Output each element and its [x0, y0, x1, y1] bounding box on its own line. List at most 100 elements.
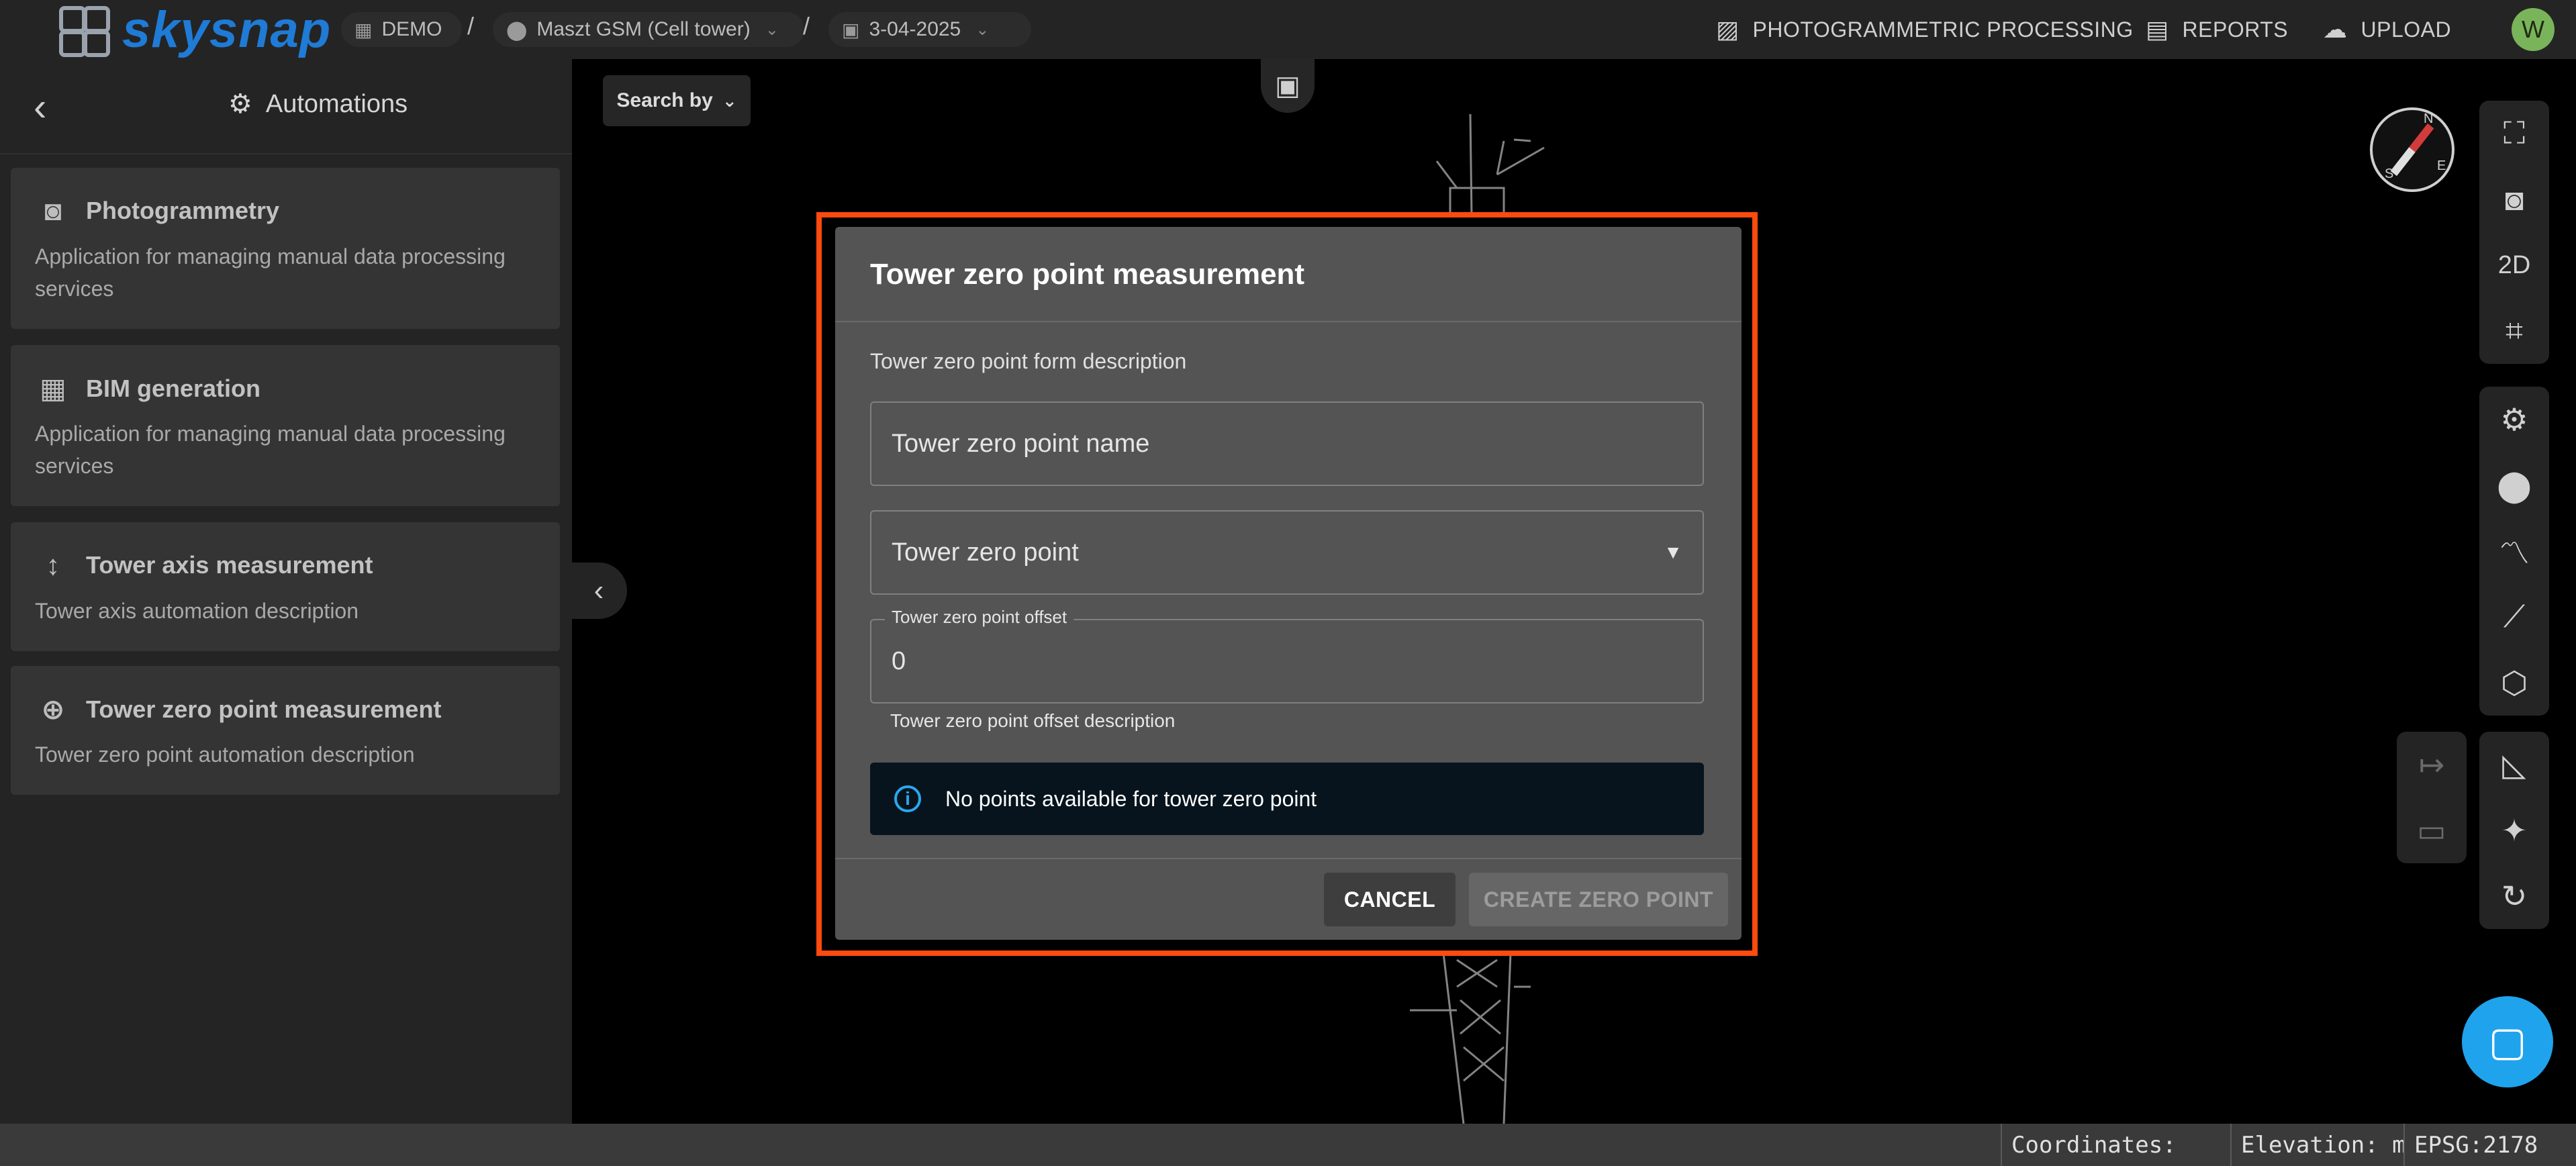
card-title: ▦ BIM generation: [36, 372, 260, 405]
app-logo[interactable]: skysnap: [56, 1, 331, 58]
angle-measure-icon[interactable]: ◺: [2479, 732, 2549, 797]
sidebar-header: ‹ ⚙ Automations: [0, 59, 572, 154]
location-pin-icon: ⬤: [506, 19, 528, 40]
top-bar: skysnap ▦ DEMO / ⬤ Maszt GSM (Cell tower…: [0, 0, 2576, 59]
card-title: ◙ Photogrammetry: [36, 195, 279, 227]
breadcrumb-site-label: Maszt GSM (Cell tower): [536, 18, 751, 40]
calendar-toggle-button[interactable]: ▣: [1261, 59, 1315, 113]
zero-point-offset-helper: Tower zero point offset description: [890, 710, 1176, 731]
settings-gear-icon[interactable]: ⚙: [2479, 387, 2549, 452]
reports-label: REPORTS: [2182, 17, 2289, 42]
automation-card-tower-axis[interactable]: ↕ Tower axis measurement Tower axis auto…: [11, 522, 560, 651]
zero-point-name-placeholder: Tower zero point name: [892, 429, 1150, 458]
zero-point-offset-input[interactable]: Tower zero point offset 0: [870, 607, 1704, 703]
camera-icon[interactable]: ◙: [2479, 166, 2549, 232]
status-bar: Coordinates: Elevation: m EPSG:2178: [0, 1124, 2576, 1166]
chip-icon: ⚙: [228, 89, 252, 119]
caret-down-icon: ▼: [1664, 542, 1682, 563]
card-title: ↕ Tower axis measurement: [36, 549, 373, 581]
divider: [835, 321, 1742, 322]
card-description: Application for managing manual data pro…: [35, 244, 506, 301]
logo-mark-icon: [56, 3, 110, 57]
info-alert: i No points available for tower zero poi…: [870, 763, 1704, 835]
3d-box-icon[interactable]: ⬡: [2479, 650, 2549, 716]
chat-support-button[interactable]: ▢: [2462, 996, 2553, 1087]
breadcrumb-site[interactable]: ⬤ Maszt GSM (Cell tower) ⌄: [493, 12, 804, 47]
automation-card-bim-generation[interactable]: ▦ BIM generation Application for managin…: [11, 345, 560, 506]
zero-point-select-label: Tower zero point: [892, 538, 1079, 567]
card-description: Application for managing manual data pro…: [35, 422, 506, 478]
dialog-title: Tower zero point measurement: [870, 258, 1305, 291]
zero-point-offset-value: 0: [892, 646, 906, 675]
automations-sidebar: ‹ ⚙ Automations ◙ Photogrammetry Applica…: [0, 59, 572, 1124]
crosshair-icon: ⊕: [41, 693, 65, 725]
chevron-left-icon: ‹: [593, 574, 604, 607]
card-description: Tower zero point automation description: [35, 742, 415, 767]
divider: [835, 858, 1742, 859]
tower-zero-point-dialog: Tower zero point measurement Tower zero …: [835, 227, 1742, 940]
back-arrow-icon[interactable]: ‹: [34, 85, 46, 130]
chevron-down-icon: ⌄: [975, 20, 990, 39]
automation-card-photogrammetry[interactable]: ◙ Photogrammetry Application for managin…: [11, 168, 560, 329]
avatar[interactable]: W: [2512, 8, 2555, 51]
zero-point-select[interactable]: Tower zero point ▼: [870, 510, 1704, 595]
reports-link[interactable]: ▤ REPORTS: [2146, 13, 2288, 46]
polygon-measure-icon[interactable]: ⟋: [2479, 584, 2549, 650]
create-zero-point-button[interactable]: CREATE ZERO POINT: [1469, 873, 1728, 926]
zero-point-name-input[interactable]: Tower zero point name: [870, 401, 1704, 486]
breadcrumb-date-label: 3-04-2025: [869, 18, 961, 40]
sidebar-title-label: Automations: [265, 89, 408, 118]
search-by-dropdown[interactable]: Search by ⌄: [603, 75, 751, 126]
logo-wordmark: skysnap: [122, 1, 332, 58]
compass-tool-icon[interactable]: ✦: [2479, 797, 2549, 863]
zero-point-offset-label: Tower zero point offset: [885, 607, 1074, 628]
automation-card-tower-zero-point[interactable]: ⊕ Tower zero point measurement Tower zer…: [11, 666, 560, 795]
crop-icon[interactable]: ⌗: [2479, 298, 2549, 364]
vertical-arrows-icon: ↕: [46, 549, 60, 581]
breadcrumb-workspace-label: DEMO: [381, 18, 442, 40]
toggle-2d-button[interactable]: 2D: [2479, 232, 2549, 298]
elevation-readout: Elevation: m: [2230, 1124, 2409, 1166]
upload-label: UPLOAD: [2360, 17, 2452, 42]
measure-subtoolbar: ↦ ▭: [2397, 732, 2467, 863]
compass-needle: [2390, 123, 2434, 177]
arrow-to-line-icon[interactable]: ↦: [2397, 732, 2467, 797]
tools-toolbar: ⚙ ⬤ 〽 ⟋ ⬡: [2479, 387, 2549, 716]
breadcrumb-workspace[interactable]: ▦ DEMO: [341, 12, 462, 47]
camera-icon: ◙: [44, 195, 62, 226]
polyline-icon[interactable]: 〽: [2479, 518, 2549, 584]
building-icon: ▦: [40, 373, 66, 404]
card-description: Tower axis automation description: [35, 599, 359, 623]
chevron-down-icon: ⌄: [765, 20, 779, 39]
fullscreen-icon[interactable]: ⛶: [2479, 101, 2549, 166]
calendar-icon: ▣: [1275, 71, 1300, 101]
upload-link[interactable]: ☁ UPLOAD: [2323, 13, 2451, 46]
chevron-down-icon: ⌄: [722, 90, 737, 111]
reset-rotation-icon[interactable]: ↻: [2479, 863, 2549, 929]
report-icon: ▤: [2146, 15, 2169, 43]
location-pin-icon[interactable]: ⬤: [2479, 452, 2549, 518]
coordinates-readout: Coordinates:: [2001, 1124, 2226, 1166]
ruler-icon[interactable]: ▭: [2397, 797, 2467, 863]
search-by-label: Search by: [616, 89, 713, 111]
photogrammetric-processing-label: PHOTOGRAMMETRIC PROCESSING: [1752, 17, 2134, 42]
compass-icon[interactable]: N E S: [2370, 107, 2454, 192]
cloud-upload-icon: ☁: [2323, 15, 2348, 43]
info-icon: i: [894, 785, 921, 812]
chat-icon: ▢: [2488, 1019, 2527, 1064]
measure-toolbar: ◺ ✦ ↻: [2479, 732, 2549, 929]
calendar-icon: ▣: [842, 19, 860, 40]
sidebar-title: ⚙ Automations: [228, 89, 408, 119]
view-toolbar: ⛶ ◙ 2D ⌗: [2479, 101, 2549, 364]
dialog-description: Tower zero point form description: [870, 349, 1187, 373]
epsg-readout: EPSG:2178: [2403, 1124, 2562, 1166]
breadcrumb-date[interactable]: ▣ 3-04-2025 ⌄: [828, 12, 1031, 47]
collapse-sidebar-button[interactable]: ‹: [571, 563, 627, 619]
breadcrumb-separator: /: [467, 12, 475, 40]
photogrammetric-processing-link[interactable]: ▨ PHOTOGRAMMETRIC PROCESSING: [1716, 13, 2134, 46]
image-plus-icon: ▨: [1716, 15, 1739, 43]
cancel-button[interactable]: CANCEL: [1324, 873, 1456, 926]
building-icon: ▦: [354, 19, 373, 40]
info-alert-text: No points available for tower zero point: [945, 786, 1317, 811]
card-title: ⊕ Tower zero point measurement: [36, 693, 441, 726]
